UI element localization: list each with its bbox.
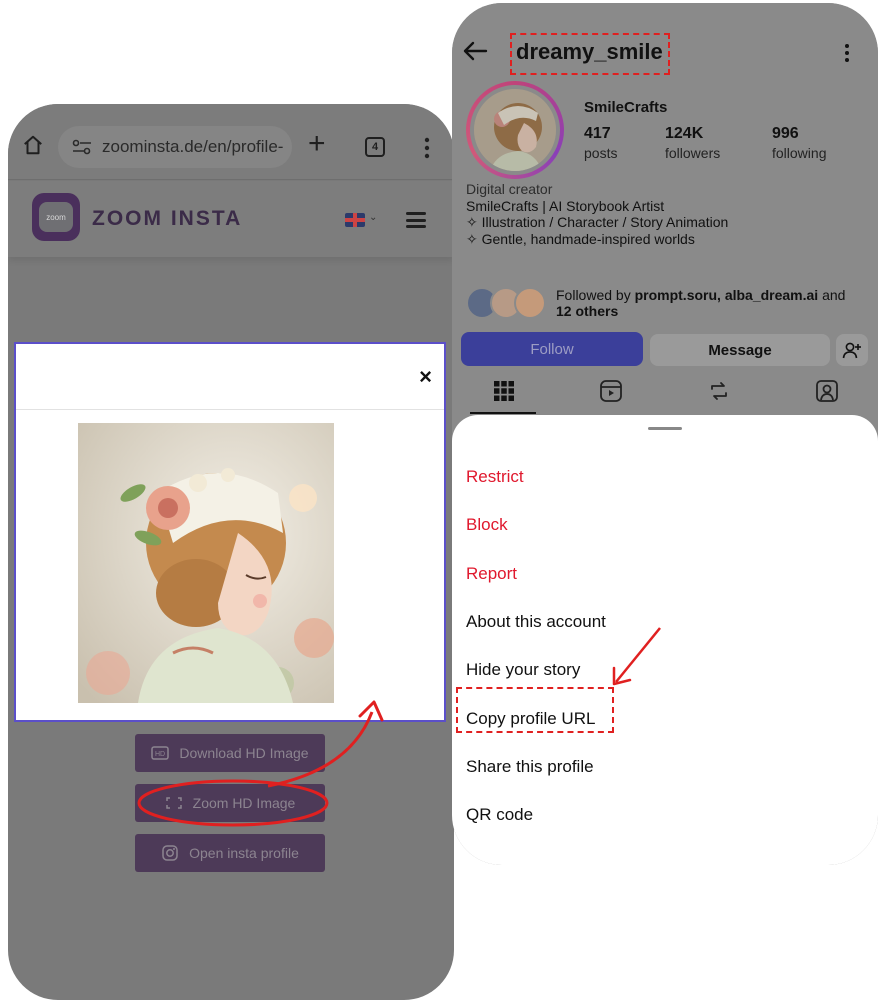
site-settings-icon[interactable] (72, 138, 92, 156)
logo-text: zoom (39, 202, 73, 232)
followed-by-text[interactable]: Followed by prompt.soru, alba_dream.ai a… (556, 287, 866, 319)
profile-image-preview[interactable] (78, 423, 334, 703)
browser-menu-icon[interactable] (420, 136, 434, 160)
action-buttons: HD Download HD Image Zoom HD Image Open … (135, 734, 325, 884)
followed-by-names: prompt.soru, alba_dream.ai (634, 287, 819, 303)
block-option[interactable]: Block (466, 515, 508, 535)
svg-text:HD: HD (155, 751, 165, 758)
posts-stat[interactable]: 417 posts (584, 125, 617, 161)
chevron-down-icon[interactable]: ⌄ (369, 212, 377, 223)
display-name: SmileCrafts (584, 99, 668, 116)
following-count: 996 (772, 125, 799, 142)
bio-line: SmileCrafts | AI Storybook Artist (466, 197, 665, 214)
modal-header: × (16, 344, 444, 410)
address-bar[interactable]: zoominsta.de/en/profile- (58, 126, 292, 168)
left-phone-screen: zoominsta.de/en/profile- + 4 zoom ZOOM I… (8, 104, 454, 1000)
restrict-option[interactable]: Restrict (466, 467, 524, 487)
qr-code-option[interactable]: QR code (466, 805, 533, 825)
browser-toolbar: zoominsta.de/en/profile- + 4 (8, 104, 454, 180)
site-header: zoom ZOOM INSTA ⌄ (8, 181, 454, 257)
active-tab-indicator (470, 412, 536, 414)
instagram-icon (162, 845, 178, 861)
zoom-hd-label: Zoom HD Image (192, 795, 296, 811)
tagged-icon[interactable] (815, 379, 839, 403)
report-option[interactable]: Report (466, 564, 517, 584)
close-icon[interactable]: × (419, 364, 432, 390)
followed-by-others: 12 others (556, 303, 619, 319)
download-hd-label: Download HD Image (179, 745, 309, 761)
options-menu-icon[interactable] (844, 43, 850, 63)
bio-line: ✧ Illustration / Character / Story Anima… (466, 214, 729, 230)
followed-by-and: and (818, 287, 846, 303)
new-tab-icon[interactable]: + (308, 129, 326, 159)
message-button[interactable]: Message (650, 334, 830, 366)
mutual-followers-avatars[interactable] (466, 287, 550, 319)
following-label: following (772, 145, 827, 161)
following-stat[interactable]: 996 following (772, 125, 826, 161)
brand-name[interactable]: ZOOM INSTA (92, 207, 242, 231)
followed-by-prefix: Followed by (556, 287, 635, 303)
uk-flag-icon[interactable] (345, 213, 365, 227)
profile-options-sheet: Restrict Block Report About this account… (452, 415, 878, 865)
username-highlight-box (510, 33, 670, 75)
reels-icon[interactable] (599, 379, 623, 403)
posts-label: posts (584, 145, 618, 161)
follow-button[interactable]: Follow (461, 332, 643, 366)
url-text[interactable]: zoominsta.de/en/profile- (102, 137, 292, 157)
home-icon[interactable] (22, 134, 44, 156)
expand-icon (165, 797, 182, 809)
profile-bio: Digital creator SmileCrafts | AI Storybo… (466, 181, 728, 247)
reposts-icon[interactable] (707, 379, 731, 403)
followers-stat[interactable]: 124K followers (665, 125, 720, 161)
bio-category: Digital creator (466, 181, 553, 197)
profile-avatar[interactable] (466, 81, 564, 179)
tab-switcher-button[interactable]: 4 (365, 137, 385, 157)
hamburger-menu-icon[interactable] (406, 212, 426, 228)
followers-count: 124K (665, 125, 704, 142)
site-logo[interactable]: zoom (32, 193, 80, 241)
instagram-profile: dreamy_smile SmileCrafts 417 posts 124K … (452, 3, 878, 415)
hd-icon: HD (151, 746, 170, 760)
posts-count: 417 (584, 125, 611, 142)
bio-line: ✧ Gentle, handmade-inspired worlds (466, 230, 695, 247)
open-insta-label: Open insta profile (189, 845, 299, 861)
copy-url-highlight-box (456, 687, 614, 733)
followers-label: followers (665, 145, 721, 161)
add-person-icon (842, 342, 861, 359)
share-profile-option[interactable]: Share this profile (466, 757, 594, 777)
open-insta-profile-button[interactable]: Open insta profile (135, 834, 325, 872)
profile-tabs (452, 375, 878, 415)
download-hd-button[interactable]: HD Download HD Image (135, 734, 325, 772)
right-phone-screen: dreamy_smile SmileCrafts 417 posts 124K … (452, 3, 878, 865)
back-arrow-icon[interactable] (462, 41, 488, 61)
grid-icon[interactable] (492, 379, 516, 403)
hide-story-option[interactable]: Hide your story (466, 660, 580, 680)
zoom-hd-button[interactable]: Zoom HD Image (135, 784, 325, 822)
suggested-users-button[interactable] (836, 334, 868, 366)
sheet-drag-handle[interactable] (648, 427, 682, 430)
about-account-option[interactable]: About this account (466, 612, 606, 632)
image-preview-modal: × (14, 342, 446, 722)
avatar (514, 287, 546, 319)
